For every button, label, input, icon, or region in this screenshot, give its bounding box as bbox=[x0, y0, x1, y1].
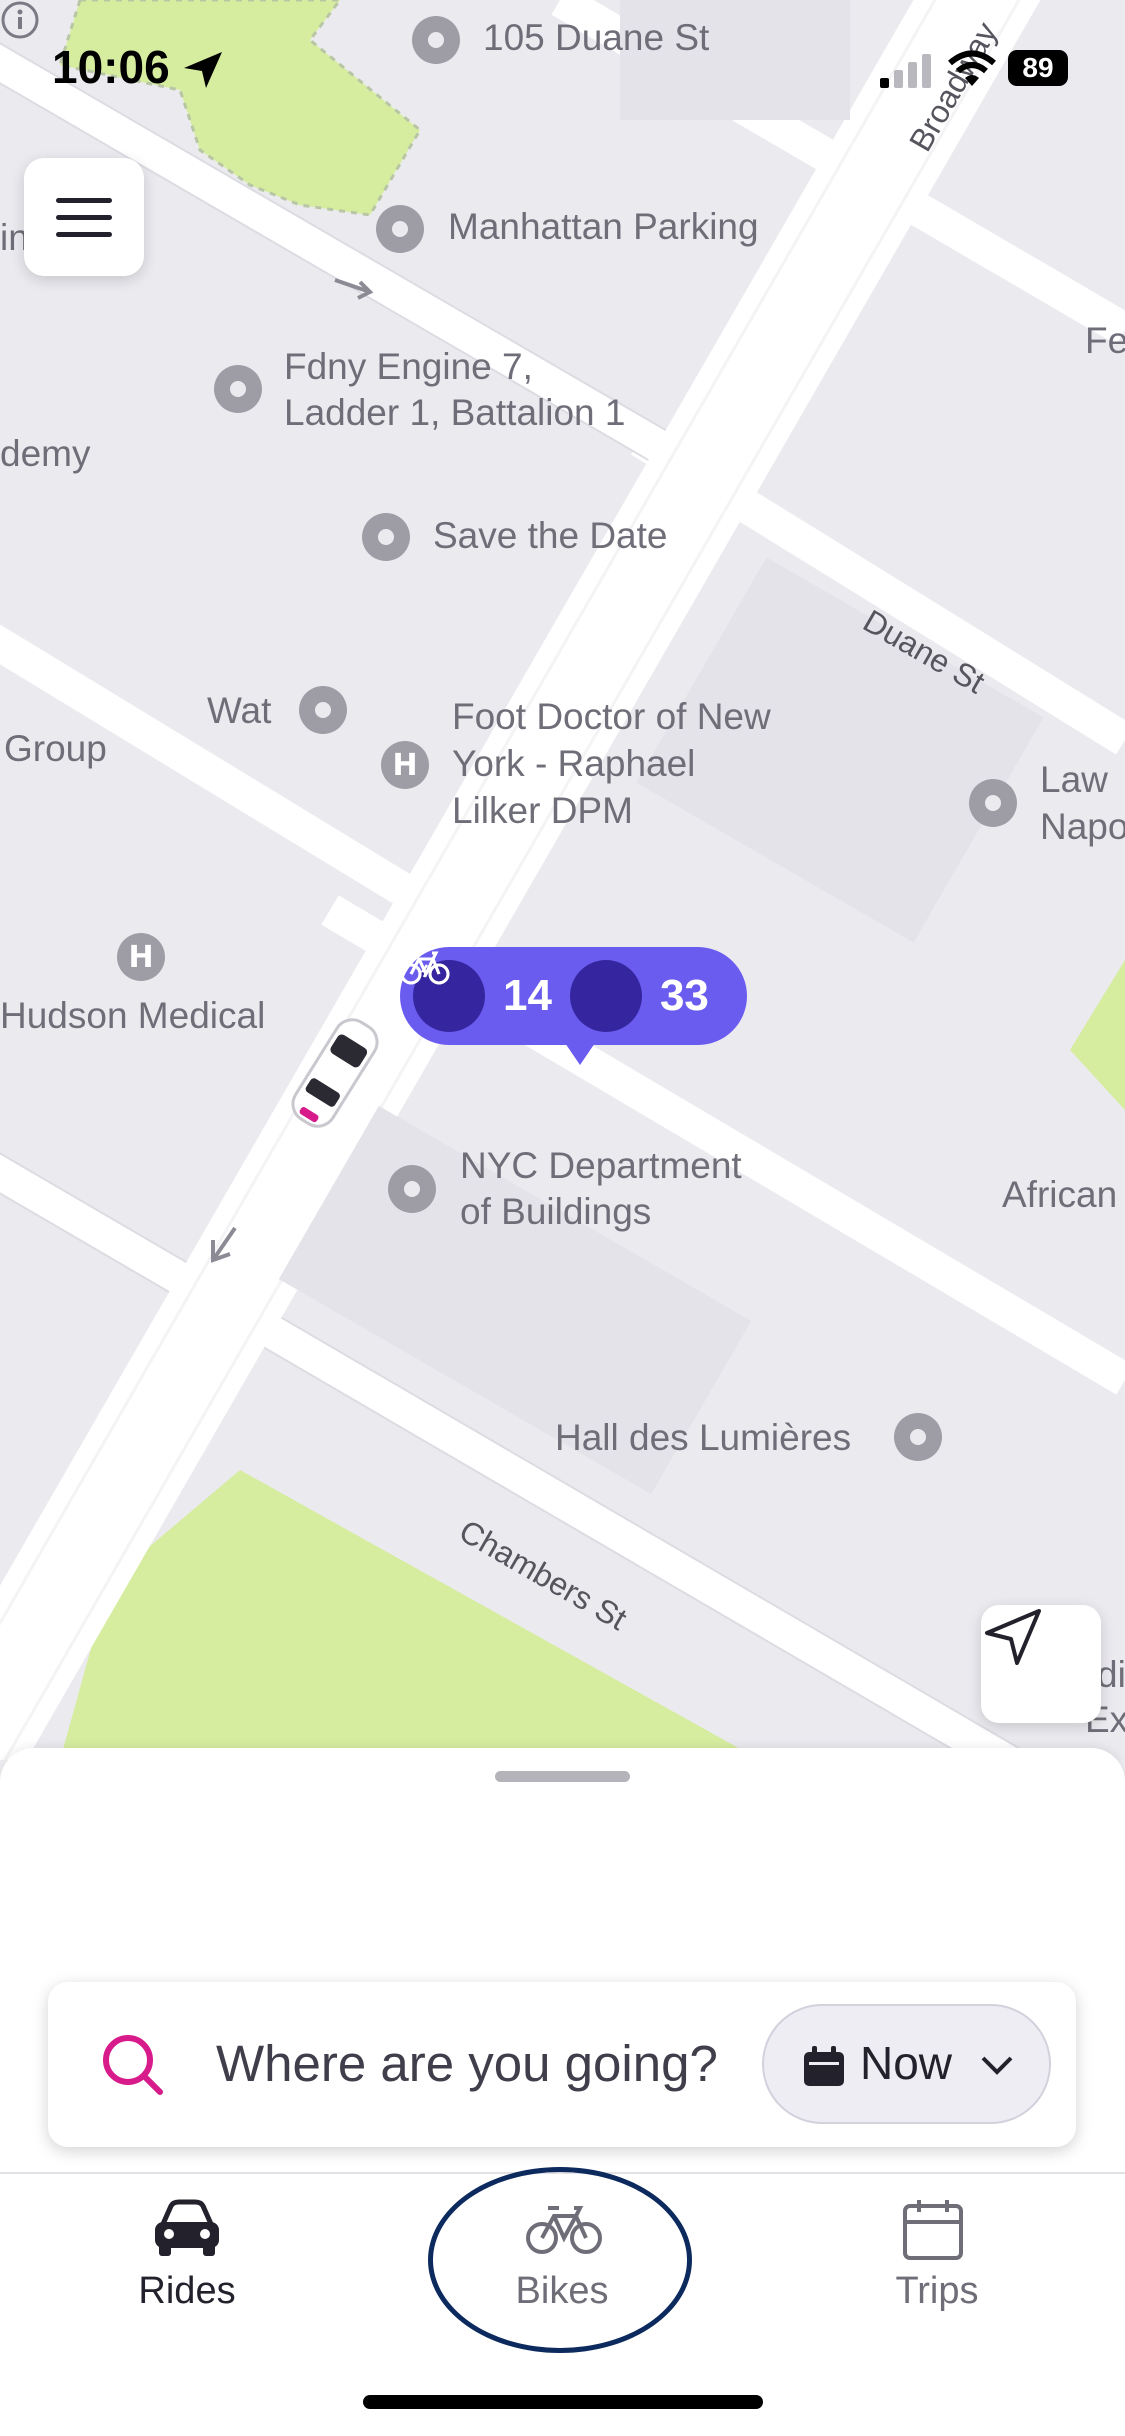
navigation-arrow-icon bbox=[985, 1609, 1041, 1665]
calendar-icon bbox=[804, 2046, 844, 2086]
poi-label[interactable]: Hall des Lumières bbox=[555, 1415, 851, 1461]
hamburger-icon-line bbox=[56, 214, 112, 220]
poi-label[interactable]: Manhattan Parking bbox=[448, 204, 759, 250]
tab-trips-label: Trips bbox=[895, 2270, 979, 2312]
tab-trips[interactable]: Trips bbox=[837, 2190, 1037, 2330]
poi-label[interactable]: Lilker DPM bbox=[452, 788, 633, 834]
chevron-down-icon bbox=[981, 2056, 1013, 2075]
poi-label: Fe bbox=[1085, 320, 1125, 361]
car-marker bbox=[291, 1018, 379, 1128]
poi-label[interactable]: York - Raphael bbox=[452, 741, 695, 787]
tab-rides-label: Rides bbox=[138, 2270, 236, 2312]
home-indicator bbox=[363, 2395, 763, 2409]
highlight-circle-annotation bbox=[428, 2167, 692, 2353]
map-streets bbox=[0, 0, 1125, 1760]
location-pin-icon bbox=[388, 1165, 436, 1213]
search-input[interactable]: Where are you going? bbox=[216, 2034, 718, 2093]
bike-count: 33 bbox=[659, 971, 709, 1020]
poi-label[interactable]: Wat bbox=[207, 688, 271, 734]
location-pin-icon bbox=[362, 513, 410, 561]
hamburger-icon-line bbox=[56, 231, 112, 237]
menu-button[interactable] bbox=[24, 158, 144, 276]
hamburger-icon-line bbox=[56, 197, 112, 203]
schedule-time-dropdown[interactable]: Now bbox=[762, 2004, 1051, 2124]
location-pin-icon bbox=[376, 205, 424, 253]
bike-station-marker[interactable]: 14 33 bbox=[400, 947, 747, 1065]
poi-label[interactable]: NYC Department bbox=[460, 1143, 742, 1189]
battery-icon: 89 bbox=[1008, 50, 1068, 86]
lock-pin-icon bbox=[214, 365, 262, 413]
poi-label[interactable]: Foot Doctor of New bbox=[452, 694, 771, 740]
poi-label: di bbox=[1097, 1654, 1125, 1695]
search-bar[interactable]: Where are you going? Now bbox=[48, 1982, 1076, 2147]
signal-icon bbox=[880, 54, 931, 88]
poi-label[interactable]: Law bbox=[1040, 757, 1108, 803]
schedule-time-label: Now bbox=[860, 2037, 953, 2089]
location-arrow-icon bbox=[184, 52, 222, 88]
sheet-drag-handle[interactable] bbox=[495, 1771, 630, 1782]
poi-label[interactable]: Save the Date bbox=[433, 513, 667, 559]
poi-label[interactable]: Ladder 1, Battalion 1 bbox=[284, 390, 625, 436]
hospital-pin-icon: H bbox=[381, 741, 429, 789]
search-icon bbox=[103, 2035, 163, 2095]
hospital-pin-icon: H bbox=[117, 933, 165, 981]
location-pin-icon bbox=[894, 1413, 942, 1461]
location-pin-icon bbox=[299, 686, 347, 734]
tab-rides[interactable]: Rides bbox=[87, 2190, 287, 2330]
location-pin-icon bbox=[969, 779, 1017, 827]
ebike-count: 14 bbox=[503, 971, 552, 1020]
wifi-icon bbox=[948, 50, 996, 86]
car-icon bbox=[155, 2199, 219, 2256]
poi-label[interactable]: Hudson Medical bbox=[0, 993, 265, 1039]
poi-label: demy bbox=[0, 433, 91, 474]
poi-label[interactable]: Napo bbox=[1040, 804, 1125, 850]
poi-label[interactable]: Fdny Engine 7, bbox=[284, 344, 533, 390]
calendar-icon bbox=[903, 2200, 963, 2260]
status-time: 10:06 bbox=[52, 41, 170, 93]
recenter-location-button[interactable] bbox=[981, 1605, 1101, 1723]
poi-label: Group bbox=[4, 728, 107, 769]
bike-icon bbox=[400, 951, 642, 1032]
map-view[interactable]: 105 Duane St Manhattan Parking ing Club … bbox=[0, 0, 1125, 1760]
status-bar: 10:06 89 bbox=[0, 0, 1125, 130]
poi-label[interactable]: African bbox=[1002, 1172, 1117, 1218]
poi-label[interactable]: of Buildings bbox=[460, 1189, 651, 1235]
